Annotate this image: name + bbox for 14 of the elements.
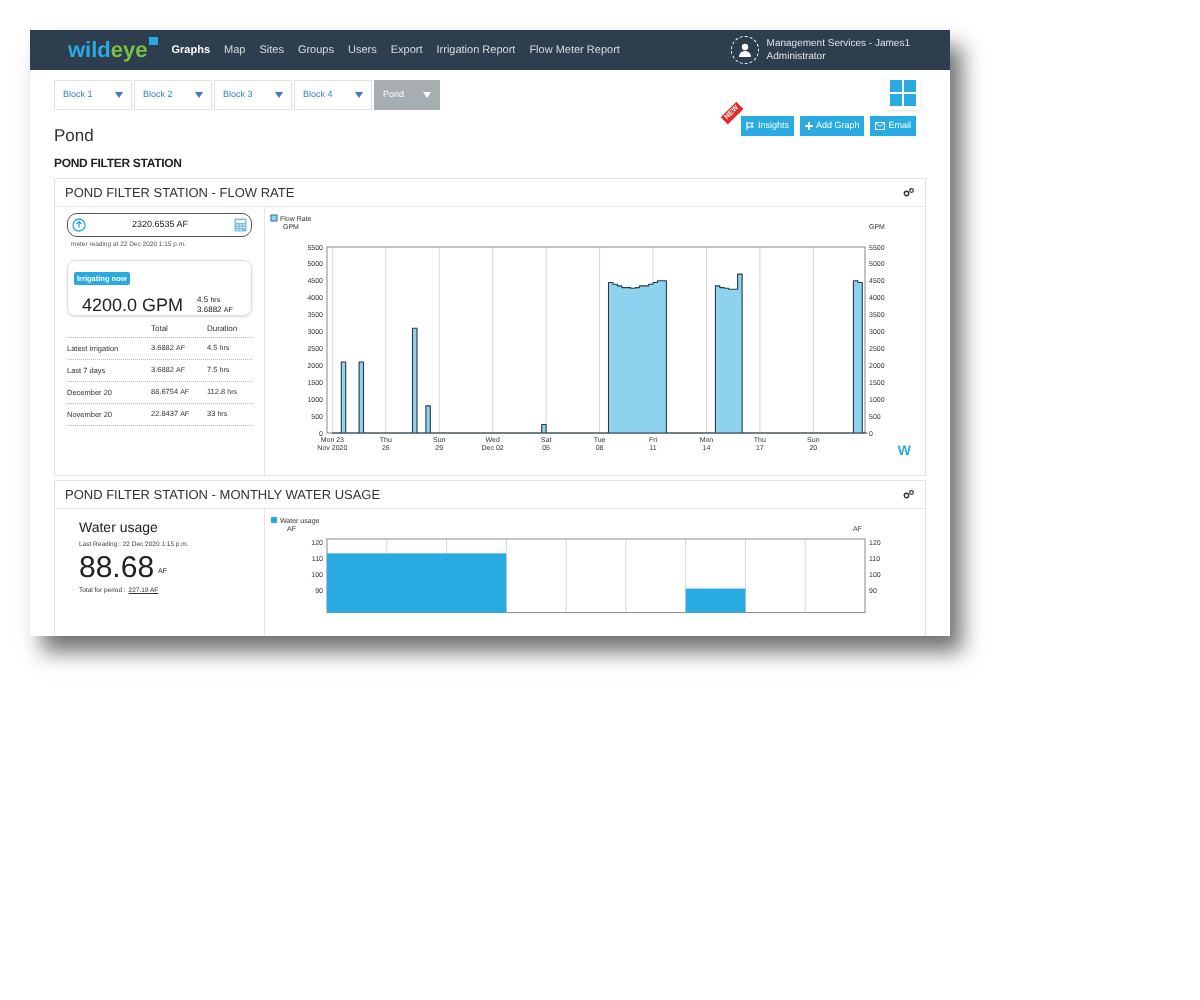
refresh-icon[interactable] bbox=[72, 218, 86, 232]
legend-swatch bbox=[270, 214, 278, 222]
usage-value: 88.68 bbox=[79, 551, 155, 584]
grid-view-icon[interactable] bbox=[886, 76, 920, 110]
usage-bar bbox=[685, 588, 746, 613]
flow-rate-value: 4200.0 GPM bbox=[82, 292, 184, 319]
caret-icon bbox=[423, 92, 431, 98]
gears-icon[interactable] bbox=[903, 188, 915, 197]
logo-square-icon bbox=[148, 37, 158, 45]
gears-icon[interactable] bbox=[903, 490, 915, 499]
logo: wildeye bbox=[68, 39, 158, 61]
plus-icon bbox=[804, 122, 813, 130]
legend-swatch bbox=[271, 517, 277, 523]
page-title: Pond bbox=[54, 127, 94, 144]
